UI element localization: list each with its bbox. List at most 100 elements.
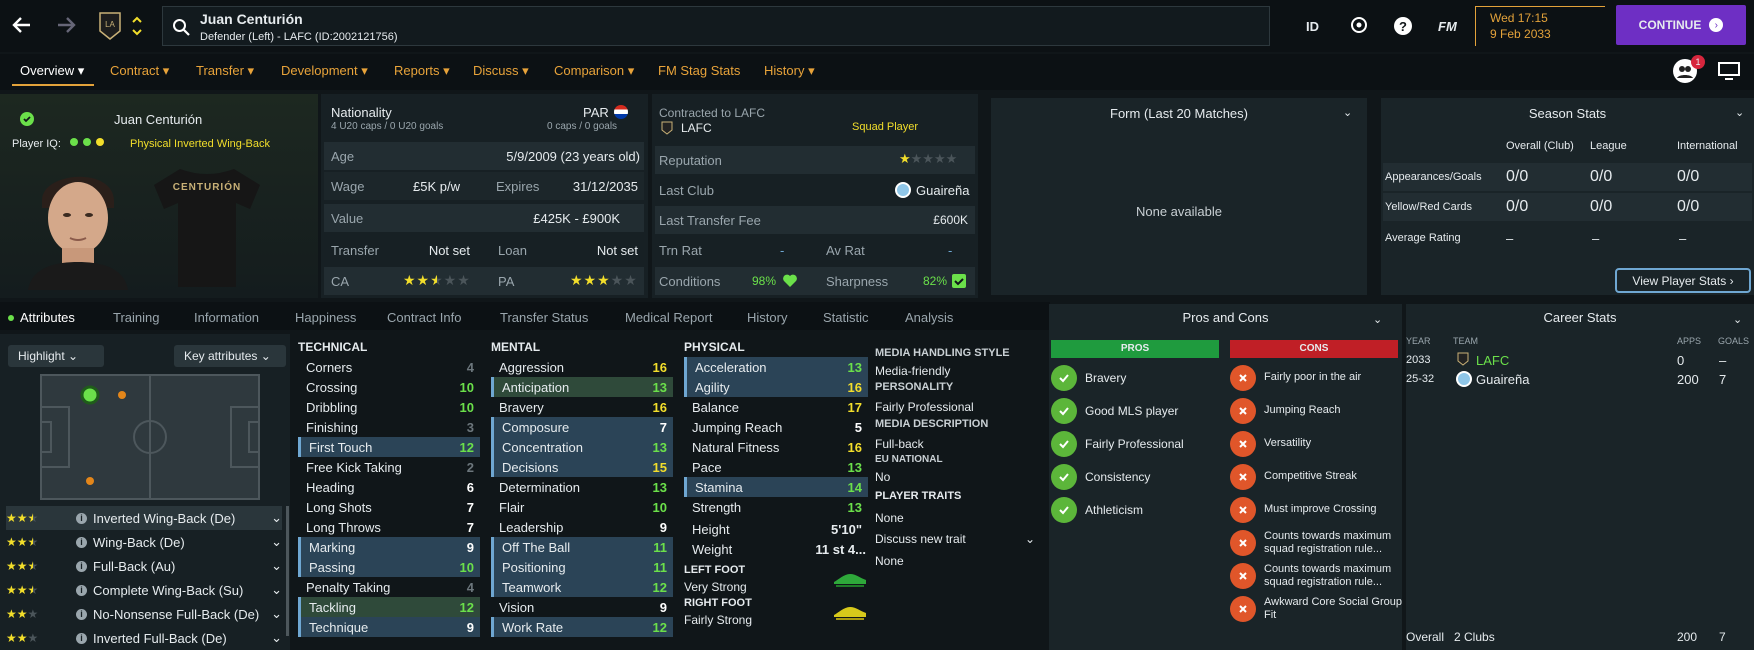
mental-attribute-row[interactable]: Leadership 9: [491, 517, 673, 537]
fm-button[interactable]: FM: [1438, 19, 1457, 34]
form-empty: None available: [1135, 204, 1222, 219]
view-player-stats-button[interactable]: View Player Stats ›: [1615, 268, 1751, 293]
tab-fm-stag-stats[interactable]: FM Stag Stats: [658, 63, 740, 78]
mental-attribute-row[interactable]: Flair 10: [491, 497, 673, 517]
role-row[interactable]: ★★★ i No-Nonsense Full-Back (De) ⌄: [6, 602, 282, 626]
technical-attribute-row[interactable]: Long Throws 7: [298, 517, 480, 537]
mental-attribute-row[interactable]: Composure 7: [491, 417, 673, 437]
tab-overview[interactable]: Overview ▾: [20, 63, 84, 79]
role-row[interactable]: ★★★ i Inverted Full-Back (De) ⌄: [6, 626, 282, 650]
discuss-trait-dropdown[interactable]: Discuss new trait ⌄: [875, 532, 1035, 546]
mental-attribute-row[interactable]: Work Rate 12: [491, 617, 673, 637]
id-button[interactable]: ID: [1306, 19, 1319, 34]
chevron-down-icon[interactable]: ⌄: [271, 510, 282, 526]
attribute-value: 4: [466, 579, 474, 595]
role-row[interactable]: ★★★ i Complete Wing-Back (Su) ⌄: [6, 578, 282, 602]
technical-attribute-row[interactable]: Heading 6: [298, 477, 480, 497]
pros-cons-chevron-icon[interactable]: ⌄: [1373, 313, 1382, 326]
mental-attribute-row[interactable]: Determination 13: [491, 477, 673, 497]
help-icon[interactable]: ?: [1393, 16, 1413, 36]
physical-attribute-row[interactable]: Acceleration 13: [684, 357, 868, 377]
mental-attribute-row[interactable]: Bravery 16: [491, 397, 673, 417]
technical-attribute-row[interactable]: Tackling 12: [298, 597, 480, 617]
mental-attribute-row[interactable]: Concentration 13: [491, 437, 673, 457]
career-team-link[interactable]: Guaireña: [1476, 372, 1529, 387]
subtab-history[interactable]: History: [747, 310, 787, 325]
physical-attribute-row[interactable]: Balance 17: [684, 397, 868, 417]
key-attributes-dropdown[interactable]: Key attributes ⌄: [174, 345, 286, 367]
tab-transfer[interactable]: Transfer ▾: [196, 63, 254, 79]
club-crest-icon[interactable]: LA: [98, 11, 122, 41]
info-icon[interactable]: i: [76, 512, 87, 524]
subtab-contract-info[interactable]: Contract Info: [387, 310, 461, 325]
mental-attribute-row[interactable]: Aggression 16: [491, 357, 673, 377]
physical-attribute-row[interactable]: Natural Fitness 16: [684, 437, 868, 457]
iq-dot: [83, 138, 91, 146]
chevron-down-icon[interactable]: ⌄: [271, 558, 282, 574]
pro-item: Athleticism: [1051, 493, 1219, 526]
subtab-analysis[interactable]: Analysis: [905, 310, 953, 325]
roles-scrollbar[interactable]: [286, 506, 289, 636]
monitor-icon[interactable]: [1718, 62, 1740, 80]
tab-history[interactable]: History ▾: [764, 63, 815, 79]
back-icon[interactable]: [10, 14, 34, 36]
subtab-transfer-status[interactable]: Transfer Status: [500, 310, 588, 325]
tab-discuss[interactable]: Discuss ▾: [473, 63, 529, 79]
technical-attribute-row[interactable]: Technique 9: [298, 617, 480, 637]
season-chevron-icon[interactable]: ⌄: [1735, 106, 1744, 119]
technical-attribute-row[interactable]: Marking 9: [298, 537, 480, 557]
physical-attribute-row[interactable]: Strength 13: [684, 497, 868, 517]
technical-attribute-row[interactable]: First Touch 12: [298, 437, 480, 457]
technical-attribute-row[interactable]: Penalty Taking 4: [298, 577, 480, 597]
physical-attribute-row[interactable]: Jumping Reach 5: [684, 417, 868, 437]
info-icon[interactable]: i: [76, 560, 87, 572]
career-team-link[interactable]: LAFC: [1476, 353, 1509, 368]
physical-attribute-row[interactable]: Agility 16: [684, 377, 868, 397]
form-chevron-icon[interactable]: ⌄: [1343, 106, 1352, 119]
info-icon[interactable]: i: [76, 608, 87, 620]
chevron-down-icon[interactable]: ⌄: [271, 582, 282, 598]
continue-button[interactable]: CONTINUE ›: [1616, 5, 1746, 45]
pro-text: Bravery: [1085, 370, 1127, 385]
subtab-information[interactable]: Information: [194, 310, 259, 325]
brain-icon[interactable]: [1350, 16, 1368, 34]
con-text: Versatility: [1264, 437, 1312, 449]
club-switch-chevrons-icon[interactable]: [131, 14, 143, 38]
mental-attribute-row[interactable]: Off The Ball 11: [491, 537, 673, 557]
subtab-statistic[interactable]: Statistic: [823, 310, 869, 325]
tab-contract[interactable]: Contract ▾: [110, 63, 169, 79]
technical-attribute-row[interactable]: Passing 10: [298, 557, 480, 577]
subtab-training[interactable]: Training: [113, 310, 159, 325]
role-row[interactable]: ★★★ i Inverted Wing-Back (De) ⌄: [6, 506, 282, 530]
role-row[interactable]: ★★★ i Wing-Back (De) ⌄: [6, 530, 282, 554]
technical-attribute-row[interactable]: Corners 4: [298, 357, 480, 377]
tab-development[interactable]: Development ▾: [281, 63, 368, 79]
chevron-down-icon[interactable]: ⌄: [271, 606, 282, 622]
tab-comparison[interactable]: Comparison ▾: [554, 63, 634, 79]
mental-attribute-row[interactable]: Teamwork 12: [491, 577, 673, 597]
career-chevron-icon[interactable]: ⌄: [1733, 313, 1742, 326]
mental-attribute-row[interactable]: Vision 9: [491, 597, 673, 617]
highlight-dropdown[interactable]: Highlight ⌄: [8, 345, 104, 367]
technical-attribute-row[interactable]: Dribbling 10: [298, 397, 480, 417]
technical-attribute-row[interactable]: Finishing 3: [298, 417, 480, 437]
mental-attribute-row[interactable]: Decisions 15: [491, 457, 673, 477]
subtab-medical-report[interactable]: Medical Report: [625, 310, 712, 325]
mental-attribute-row[interactable]: Anticipation 13: [491, 377, 673, 397]
chevron-down-icon[interactable]: ⌄: [271, 534, 282, 550]
chevron-down-icon[interactable]: ⌄: [271, 630, 282, 646]
tab-reports[interactable]: Reports ▾: [394, 63, 450, 79]
subtab-happiness[interactable]: Happiness: [295, 310, 356, 325]
role-row[interactable]: ★★★ i Full-Back (Au) ⌄: [6, 554, 282, 578]
info-icon[interactable]: i: [76, 632, 87, 644]
forward-icon[interactable]: [54, 14, 78, 36]
physical-attribute-row[interactable]: Stamina 14: [684, 477, 868, 497]
technical-attribute-row[interactable]: Crossing 10: [298, 377, 480, 397]
technical-attribute-row[interactable]: Long Shots 7: [298, 497, 480, 517]
technical-attribute-row[interactable]: Free Kick Taking 2: [298, 457, 480, 477]
physical-attribute-row[interactable]: Pace 13: [684, 457, 868, 477]
info-icon[interactable]: i: [76, 584, 87, 596]
mental-attribute-row[interactable]: Positioning 11: [491, 557, 673, 577]
info-icon[interactable]: i: [76, 536, 87, 548]
subtab-attributes[interactable]: Attributes: [20, 310, 75, 325]
